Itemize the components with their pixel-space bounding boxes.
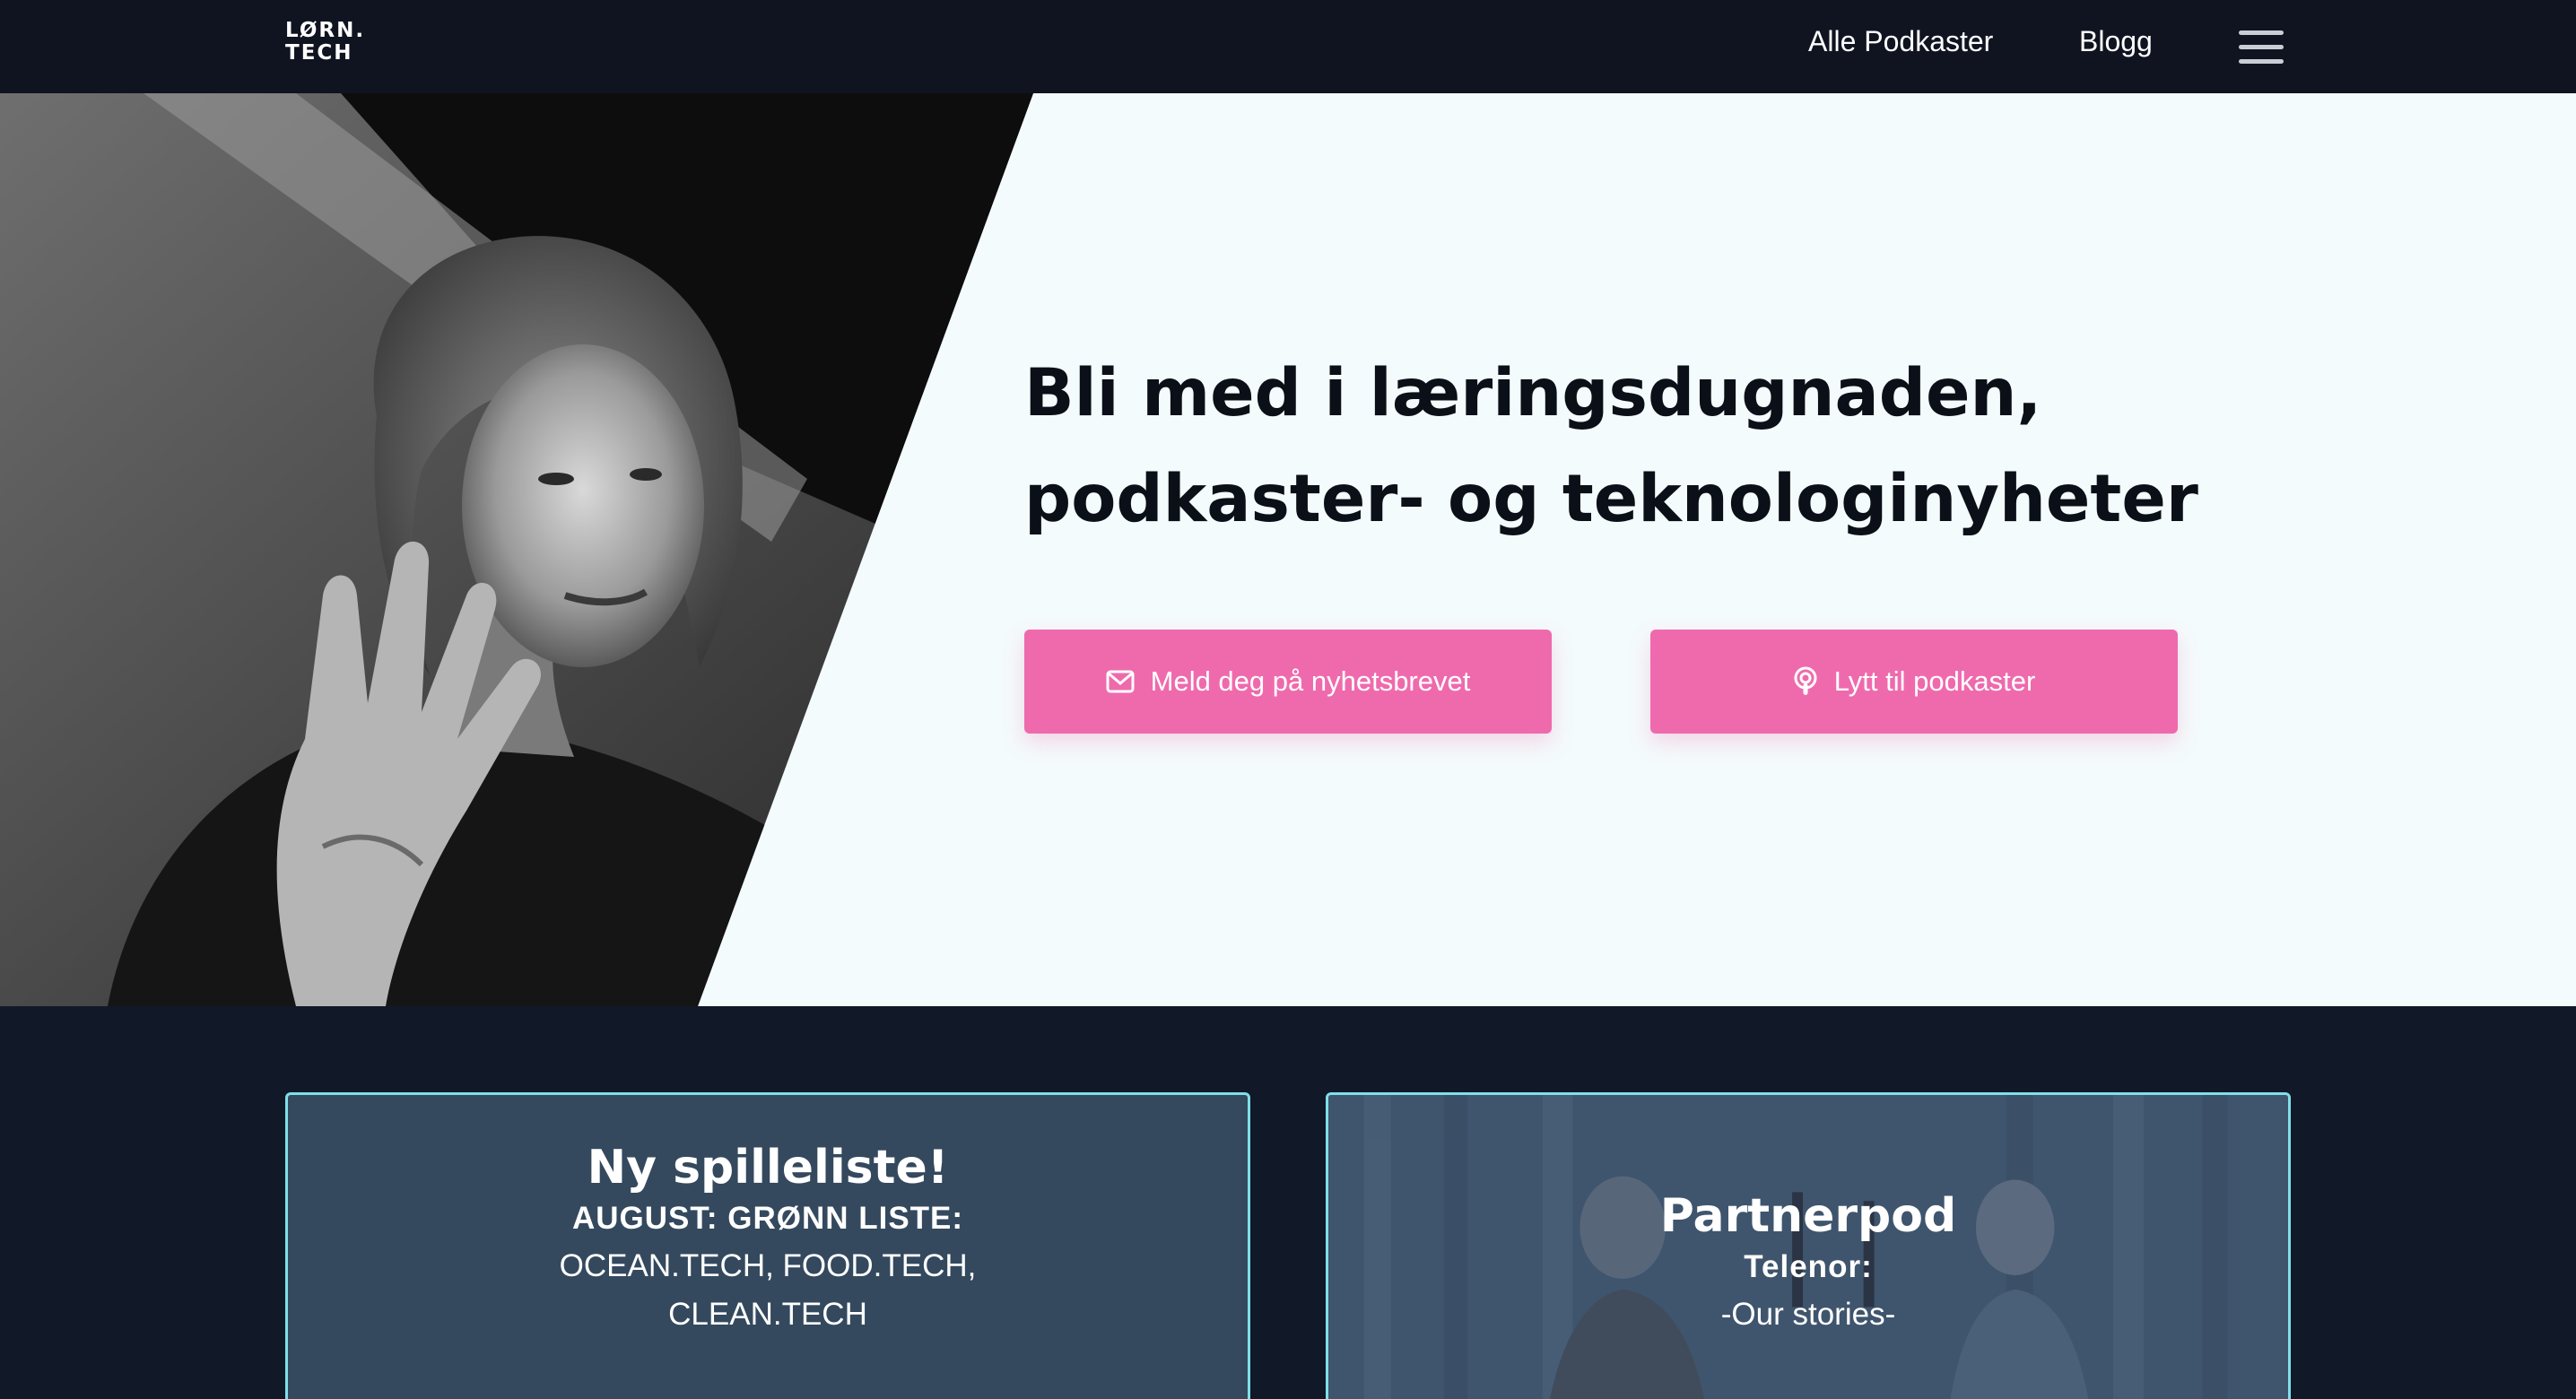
newsletter-signup-button[interactable]: Meld deg på nyhetsbrevet [1024, 630, 1552, 734]
podcast-icon [1794, 666, 1817, 695]
lorn-tech-logo[interactable]: LØRN. TECH [285, 20, 365, 65]
hero-title-line-2: podkaster- og teknologinyheter [1024, 461, 2198, 537]
card-title: Ny spilleliste! [587, 1141, 949, 1195]
card-title: Partnerpod [1659, 1189, 1957, 1243]
new-playlist-card[interactable]: Ny spilleliste! AUGUST: GRØNN LISTE: OCE… [285, 1092, 1250, 1399]
nav-link-all-podcasts[interactable]: Alle Podkaster [1808, 25, 1993, 58]
card-text-line-2: CLEAN.TECH [668, 1297, 867, 1332]
hero-title-line-1: Bli med i læringsdugnaden, [1024, 355, 2042, 431]
newsletter-signup-label: Meld deg på nyhetsbrevet [1150, 665, 1471, 697]
card-text-line-1: OCEAN.TECH, FOOD.TECH, [559, 1248, 977, 1283]
envelope-icon [1106, 670, 1135, 693]
nav-link-blog[interactable]: Blogg [2079, 25, 2153, 58]
logo-line-2: TECH [285, 41, 353, 65]
hero-speaker-photo [0, 93, 1033, 1006]
card-text: -Our stories- [1720, 1297, 1896, 1332]
hero-title: Bli med i læringsdugnaden, podkaster- og… [1024, 341, 2370, 552]
top-navbar: LØRN. TECH Alle Podkaster Blogg [0, 0, 2576, 93]
listen-podcasts-label: Lytt til podkaster [1833, 665, 2036, 697]
partnerpod-card[interactable]: Partnerpod Telenor: -Our stories- [1326, 1092, 2291, 1399]
card-subtitle: AUGUST: GRØNN LISTE: [571, 1201, 964, 1236]
hero-section: Bli med i læringsdugnaden, podkaster- og… [0, 93, 2576, 1006]
hamburger-menu-icon[interactable] [2239, 30, 2284, 65]
card-subtitle: Telenor: [1744, 1249, 1873, 1284]
listen-podcasts-button[interactable]: Lytt til podkaster [1650, 630, 2178, 734]
logo-line-1: LØRN. [285, 19, 366, 42]
